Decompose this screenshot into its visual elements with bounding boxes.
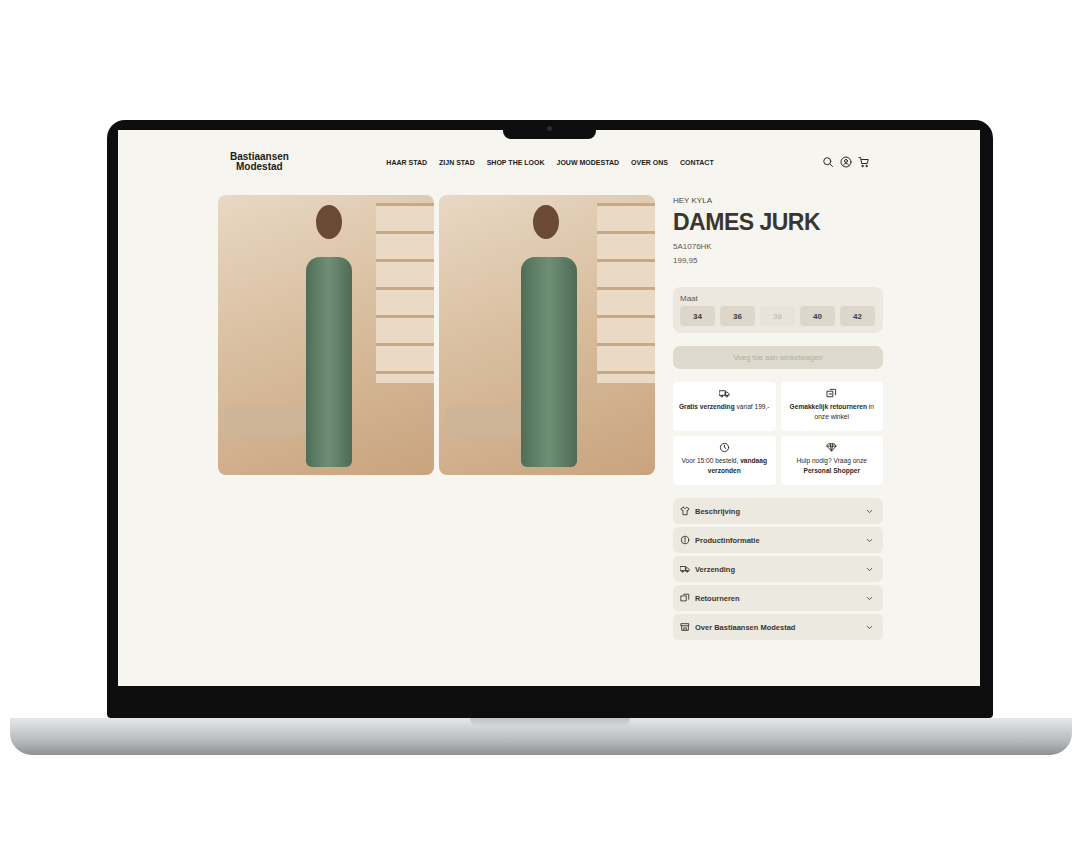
product-photo-back[interactable] <box>439 195 655 475</box>
product-photo-front[interactable] <box>218 195 434 475</box>
menu-item[interactable]: JOUW MODESTAD <box>557 159 619 166</box>
product-sku: 5A1076HK <box>673 242 883 251</box>
menu-item[interactable]: OVER ONS <box>631 159 668 166</box>
logo[interactable]: BastiaansenModestad <box>230 152 386 172</box>
chevron-icon[interactable] <box>865 507 874 516</box>
add-to-cart-button: Voeg toe aan winkelwagen <box>673 346 883 369</box>
accordion-label[interactable]: Verzending <box>695 565 860 574</box>
usp-card: Voor 15:00 besteld, vandaag verzonden <box>673 436 776 485</box>
size-option[interactable]: 34 <box>680 306 715 326</box>
usp-card: Gemakkelijk retourneren in onze winkel <box>781 382 884 431</box>
accordion: Beschrijving Productinformatie Verzending R… <box>673 498 883 640</box>
size-option: 38 <box>760 306 795 326</box>
accordion-row[interactable]: Retourneren <box>673 585 883 611</box>
product-title: DAMES JURK <box>673 210 883 235</box>
accordion-label[interactable]: Productinformatie <box>695 536 860 545</box>
usp-text-part: Personal Shopper <box>804 467 860 474</box>
product-price: 199,95 <box>673 256 883 265</box>
usp-text-part: vanaf 199,- <box>735 403 770 410</box>
model-head <box>533 205 559 239</box>
truck-icon <box>719 388 730 399</box>
camera-notch <box>503 120 596 139</box>
size-option[interactable]: 40 <box>800 306 835 326</box>
laptop-lid: BastiaansenModestadHAAR STADZIJN STADSHO… <box>107 120 993 718</box>
usp-text: Hulp nodig? Vraag onze Personal Shopper <box>785 456 880 476</box>
usp-grid: Gratis verzending vanaf 199,- Gemakkelijk… <box>673 382 883 485</box>
laptop-base <box>10 718 1072 755</box>
product-main: HEY KYLA DAMES JURK 5A1076HK 199,95 Maat 3436… <box>118 172 980 640</box>
chevron-icon[interactable] <box>865 594 874 603</box>
shirt-icon <box>680 506 690 516</box>
return-icon <box>680 593 690 603</box>
chevron-icon[interactable] <box>865 565 874 574</box>
green-dress <box>306 257 352 467</box>
info-icon <box>680 535 690 545</box>
accordion-row[interactable]: Verzending <box>673 556 883 582</box>
accordion-label[interactable]: Over Bastiaansen Modestad <box>695 623 860 632</box>
size-options: 3436384042 <box>680 306 876 326</box>
base-notch <box>470 718 630 727</box>
header-icons <box>714 156 870 168</box>
clock-icon <box>719 442 730 453</box>
accordion-row[interactable]: Beschrijving <box>673 498 883 524</box>
return-icon <box>826 388 837 399</box>
product-gallery <box>218 195 655 640</box>
size-label: Maat <box>680 294 876 303</box>
account-icon[interactable] <box>840 156 852 168</box>
size-selector: Maat 3436384042 <box>673 287 883 333</box>
size-option[interactable]: 42 <box>840 306 875 326</box>
shelf <box>376 203 434 383</box>
usp-card: Gratis verzending vanaf 199,- <box>673 382 776 431</box>
size-option[interactable]: 36 <box>720 306 755 326</box>
usp-text: Gratis verzending vanaf 199,- <box>679 402 770 412</box>
screen: BastiaansenModestadHAAR STADZIJN STADSHO… <box>118 130 980 686</box>
brand-name[interactable]: HEY KYLA <box>673 196 883 205</box>
usp-text-part: Gratis verzending <box>679 403 735 410</box>
cart-icon[interactable] <box>858 156 870 168</box>
shelf <box>597 203 655 383</box>
usp-card: Hulp nodig? Vraag onze Personal Shopper <box>781 436 884 485</box>
logo-line[interactable]: Bastiaansen <box>230 152 289 162</box>
diamond-icon <box>826 442 837 453</box>
menu-item[interactable]: ZIJN STAD <box>439 159 475 166</box>
chevron-icon[interactable] <box>865 536 874 545</box>
usp-text-part: Voor 15:00 besteld, <box>682 457 741 464</box>
camera-icon <box>547 126 552 131</box>
usp-text: Gemakkelijk retourneren in onze winkel <box>785 402 880 422</box>
usp-text: Voor 15:00 besteld, vandaag verzonden <box>677 456 772 476</box>
menu-item[interactable]: SHOP THE LOOK <box>487 159 545 166</box>
accordion-label[interactable]: Beschrijving <box>695 507 860 516</box>
logo-line[interactable]: Modestad <box>230 162 283 172</box>
laptop-chin <box>118 686 981 718</box>
accordion-row[interactable]: Productinformatie <box>673 527 883 553</box>
accordion-row[interactable]: Over Bastiaansen Modestad <box>673 614 883 640</box>
truck-icon <box>680 564 690 574</box>
accordion-label[interactable]: Retourneren <box>695 594 860 603</box>
menu-item[interactable]: HAAR STAD <box>386 159 427 166</box>
store-icon <box>680 622 690 632</box>
main-menu: HAAR STAD ZIJN STAD SHOP THE LOOK JOUW MODE… <box>386 159 713 166</box>
green-dress <box>521 257 577 467</box>
chevron-icon[interactable] <box>865 623 874 632</box>
search-icon[interactable] <box>822 156 834 168</box>
model-head <box>316 205 342 239</box>
product-info: HEY KYLA DAMES JURK 5A1076HK 199,95 Maat 3436… <box>673 195 883 640</box>
usp-text-part: Gemakkelijk retourneren <box>790 403 867 410</box>
usp-text-part: Hulp nodig? Vraag onze <box>796 457 867 464</box>
menu-item[interactable]: CONTACT <box>680 159 714 166</box>
